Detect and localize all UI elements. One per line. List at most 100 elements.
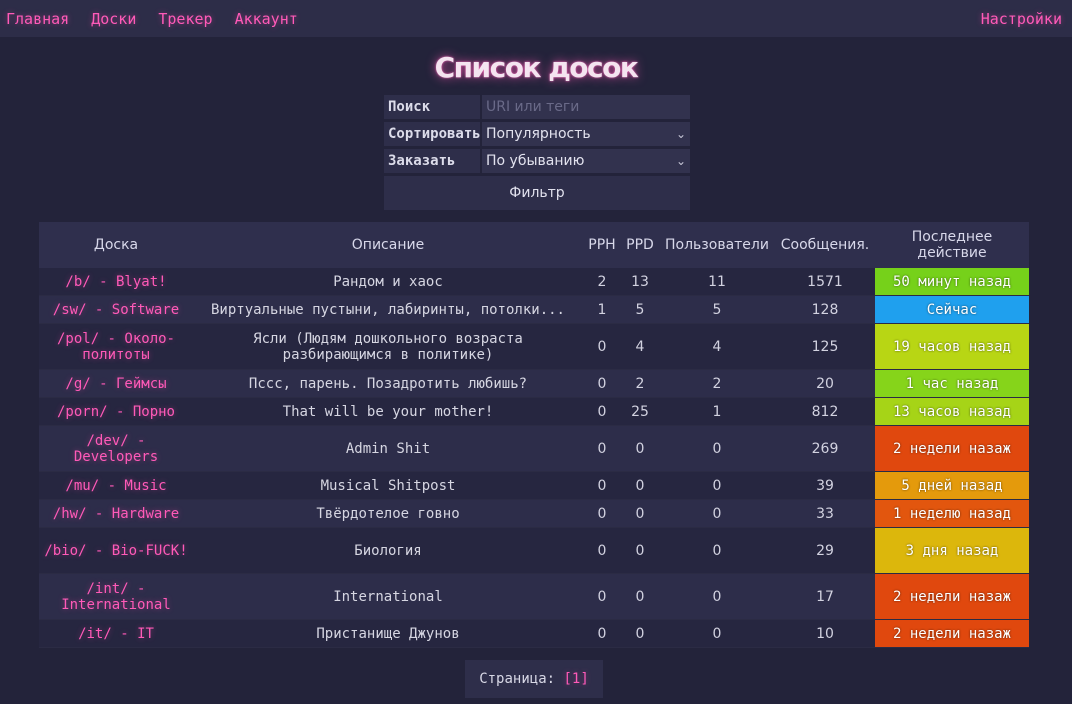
board-cell: /mu/ - Music: [39, 472, 193, 500]
pph-cell: 0: [583, 370, 621, 398]
pph-cell: 0: [583, 426, 621, 472]
users-cell: 2: [659, 370, 775, 398]
users-cell: 0: [659, 426, 775, 472]
header-pph[interactable]: PPH: [583, 222, 621, 268]
ppd-cell: 0: [621, 472, 659, 500]
table-row: /sw/ - Software Виртуальные пустыни, лаби…: [39, 296, 1029, 324]
users-cell: 0: [659, 528, 775, 574]
table-row: /dev/ - Developers Admin Shit 0 0 0 269 2 неде…: [39, 426, 1029, 472]
table-row: /g/ - Геймсы Пссс, парень. Позадротить лю…: [39, 370, 1029, 398]
board-link[interactable]: /b/ - Blyat!: [65, 274, 166, 290]
nav-settings-link[interactable]: Настройки: [981, 10, 1062, 28]
description-cell: Admin Shit: [193, 426, 583, 472]
posts-cell: 269: [775, 426, 875, 472]
board-cell: /pol/ - Около-политоты: [39, 324, 193, 370]
sort-row: Сортировать Популярность ⌄: [384, 122, 690, 146]
board-link[interactable]: /mu/ - Music: [65, 478, 166, 494]
last-activity-cell: Сейчас: [875, 296, 1029, 324]
description-cell: Виртуальные пустыни, лабиринты, потолки.…: [193, 296, 583, 324]
pph-cell: 0: [583, 528, 621, 574]
search-input[interactable]: URI или теги: [482, 95, 690, 119]
description-cell: Твёрдотелое говно: [193, 500, 583, 528]
table-row: /porn/ - Порно That will be your mother! 0…: [39, 398, 1029, 426]
order-select[interactable]: По убыванию ⌄: [482, 149, 690, 173]
posts-cell: 125: [775, 324, 875, 370]
posts-cell: 10: [775, 620, 875, 648]
nav-tracker-link[interactable]: Трекер: [158, 10, 212, 28]
ppd-cell: 0: [621, 620, 659, 648]
chevron-down-icon: ⌄: [675, 154, 686, 168]
board-link[interactable]: /pol/ - Около-политоты: [57, 331, 175, 363]
posts-cell: 812: [775, 398, 875, 426]
header-board[interactable]: Доска: [39, 222, 193, 268]
board-link[interactable]: /it/ - IT: [78, 626, 154, 642]
search-row: Поиск URI или теги: [384, 95, 690, 119]
ppd-cell: 5: [621, 296, 659, 324]
ppd-cell: 0: [621, 426, 659, 472]
order-label: Заказать: [384, 149, 480, 173]
header-last-activity[interactable]: Последнее действие: [875, 222, 1029, 268]
board-link[interactable]: /sw/ - Software: [53, 302, 179, 318]
nav-links: Главная Доски Трекер Аккаунт: [6, 10, 298, 28]
sort-select[interactable]: Популярность ⌄: [482, 122, 690, 146]
pph-cell: 0: [583, 398, 621, 426]
users-cell: 4: [659, 324, 775, 370]
last-activity-cell: 2 недели назаж: [875, 426, 1029, 472]
users-cell: 0: [659, 574, 775, 620]
header-users[interactable]: Пользователи: [659, 222, 775, 268]
header-ppd[interactable]: PPD: [621, 222, 659, 268]
last-activity-cell: 3 дня назад: [875, 528, 1029, 574]
posts-cell: 33: [775, 500, 875, 528]
board-cell: /it/ - IT: [39, 620, 193, 648]
table-row: /mu/ - Music Musical Shitpost 0 0 0 39 5 дней …: [39, 472, 1029, 500]
board-cell: /b/ - Blyat!: [39, 268, 193, 296]
ppd-cell: 25: [621, 398, 659, 426]
filter-button[interactable]: Фильтр: [384, 176, 690, 210]
description-cell: Ясли (Людям дошкольного возраста разбира…: [193, 324, 583, 370]
pph-cell: 2: [583, 268, 621, 296]
table-row: /bio/ - Bio-FUCK! Биология 0 0 0 29 3 дня наза…: [39, 528, 1029, 574]
nav-account-link[interactable]: Аккаунт: [235, 10, 298, 28]
posts-cell: 17: [775, 574, 875, 620]
users-cell: 0: [659, 472, 775, 500]
top-nav: Главная Доски Трекер Аккаунт Настройки: [0, 0, 1072, 37]
description-cell: Musical Shitpost: [193, 472, 583, 500]
users-cell: 5: [659, 296, 775, 324]
pph-cell: 0: [583, 324, 621, 370]
users-cell: 1: [659, 398, 775, 426]
header-posts[interactable]: Сообщения.: [775, 222, 875, 268]
board-link[interactable]: /bio/ - Bio-FUCK!: [44, 543, 187, 559]
ppd-cell: 13: [621, 268, 659, 296]
board-link[interactable]: /dev/ - Developers: [74, 433, 158, 465]
pagination-label: Страница:: [479, 671, 556, 687]
users-cell: 11: [659, 268, 775, 296]
header-description: Описание: [193, 222, 583, 268]
description-cell: Пристанище Джунов: [193, 620, 583, 648]
nav-home-link[interactable]: Главная: [6, 10, 69, 28]
board-cell: /hw/ - Hardware: [39, 500, 193, 528]
users-cell: 0: [659, 620, 775, 648]
table-row: /int/ - International International 0 0 0 17 2…: [39, 574, 1029, 620]
pph-cell: 0: [583, 472, 621, 500]
pph-cell: 1: [583, 296, 621, 324]
posts-cell: 128: [775, 296, 875, 324]
board-cell: /porn/ - Порно: [39, 398, 193, 426]
sort-label: Сортировать: [384, 122, 481, 146]
pagination: Страница: [1]: [465, 660, 603, 698]
description-cell: Рандом и хаос: [193, 268, 583, 296]
table-row: /hw/ - Hardware Твёрдотелое говно 0 0 0 33 1 н…: [39, 500, 1029, 528]
board-link[interactable]: /porn/ - Порно: [57, 404, 175, 420]
board-link[interactable]: /int/ - International: [61, 581, 171, 613]
filter-form: Поиск URI или теги Сортировать Популярно…: [384, 95, 690, 210]
table-row: /it/ - IT Пристанище Джунов 0 0 0 10 2 недели …: [39, 620, 1029, 648]
ppd-cell: 0: [621, 500, 659, 528]
board-link[interactable]: /hw/ - Hardware: [53, 506, 179, 522]
board-link[interactable]: /g/ - Геймсы: [65, 376, 166, 392]
page-title: Список досок: [434, 51, 639, 84]
table-header-row: Доска Описание PPH PPD Пользователи Сооб…: [39, 222, 1029, 268]
order-row: Заказать По убыванию ⌄: [384, 149, 690, 173]
table-row: /b/ - Blyat! Рандом и хаос 2 13 11 1571 50 мин…: [39, 268, 1029, 296]
nav-boards-link[interactable]: Доски: [91, 10, 136, 28]
chevron-down-icon: ⌄: [675, 127, 686, 141]
page-link-current[interactable]: [1]: [564, 671, 589, 687]
